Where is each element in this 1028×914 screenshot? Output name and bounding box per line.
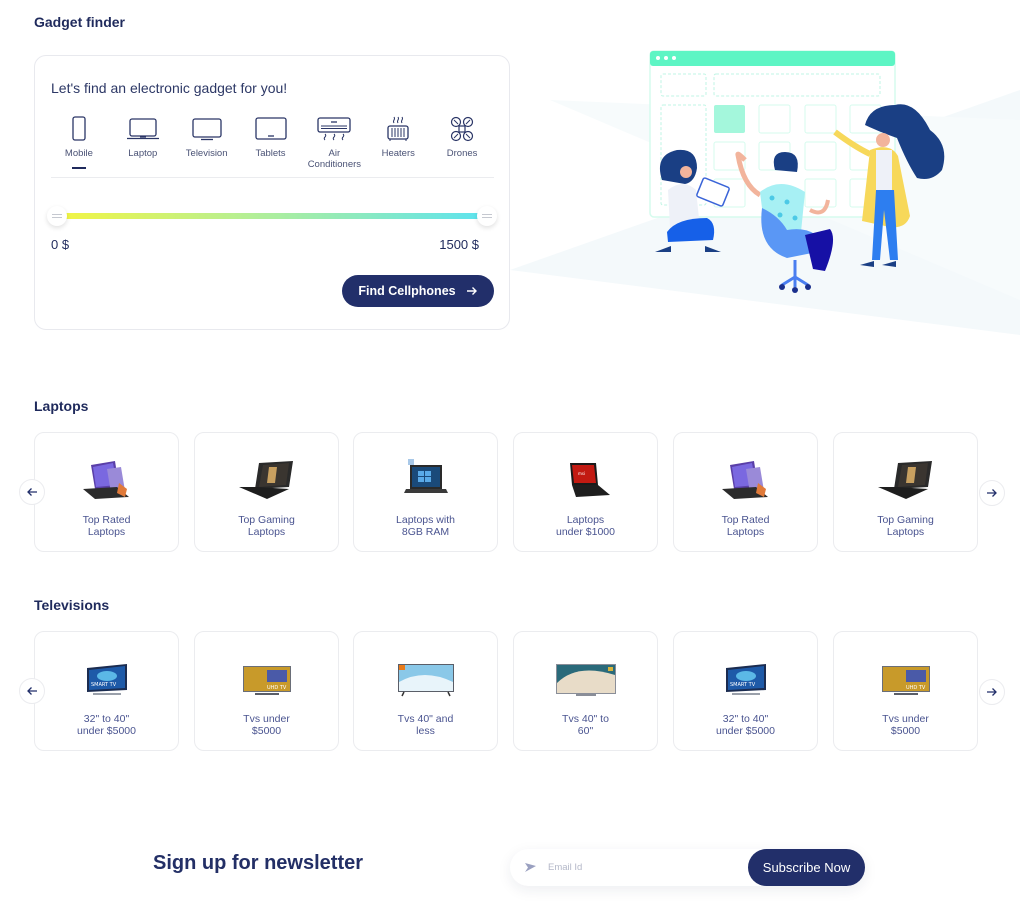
svg-text:SMART TV: SMART TV: [730, 682, 756, 688]
air-conditioner-icon: [317, 117, 352, 141]
gaming-laptop-image: [877, 461, 932, 499]
max-price-handle[interactable]: [477, 206, 497, 226]
convertible-laptop-image: [82, 461, 129, 499]
tv-card-label: Tvs under $5000: [243, 713, 290, 737]
smart-tv-image: SMART TV: [725, 664, 766, 695]
svg-text:SMART TV: SMART TV: [91, 682, 117, 688]
tv-card-label: 32" to 40" under $5000: [77, 713, 136, 737]
arrow-right-icon: [987, 688, 997, 696]
tv-card[interactable]: Tvs 40" and less: [353, 631, 498, 751]
uhd-tv-image: UHD TV: [881, 666, 930, 695]
laptops-carousel: Top Rated Laptops Top Gaming Laptops Lap…: [34, 432, 978, 552]
laptop-icon: [126, 118, 159, 140]
tv-card-label: 32" to 40" under $5000: [716, 713, 775, 737]
arrow-left-icon: [27, 687, 37, 695]
laptop-card-label: Laptops under $1000: [556, 514, 615, 538]
svg-text:UHD TV: UHD TV: [267, 685, 287, 691]
laptop-card[interactable]: Top Gaming Laptops: [833, 432, 978, 552]
uhd-tv-image: UHD TV: [242, 666, 291, 695]
max-price-label: 1500 $: [439, 237, 479, 252]
laptop-card-label: Top Gaming Laptops: [877, 514, 934, 538]
laptop-card[interactable]: Laptops with 8GB RAM: [353, 432, 498, 552]
laptop-card[interactable]: Top Rated Laptops: [673, 432, 818, 552]
svg-text:msi: msi: [578, 471, 585, 476]
laptop-card[interactable]: Top Gaming Laptops: [194, 432, 339, 552]
mobile-icon: [72, 116, 86, 141]
surf-tv-image: [397, 664, 454, 697]
laptop-card-label: Top Rated Laptops: [82, 514, 131, 538]
category-label: Air Conditioners: [307, 148, 362, 170]
heater-icon: [387, 116, 409, 141]
category-label: Heaters: [381, 148, 415, 159]
selected-indicator: [71, 167, 86, 169]
category-laptop[interactable]: Laptop: [111, 116, 175, 177]
tv-card-label: Tvs 40" and less: [397, 713, 454, 737]
laptops-section-title: Laptops: [34, 398, 89, 414]
tv-card[interactable]: SMART TV 32" to 40" under $5000: [34, 631, 179, 751]
gadget-finder-card: Let's find an electronic gadget for you!…: [34, 55, 510, 330]
smart-tv-image: SMART TV: [86, 664, 127, 695]
email-input[interactable]: [548, 858, 738, 877]
send-icon: [525, 863, 536, 872]
laptop-card[interactable]: Top Rated Laptops: [34, 432, 179, 552]
newsletter-form: Subscribe Now: [510, 849, 865, 886]
tv-card-label: Tvs 40" to 60": [562, 713, 609, 737]
category-label: Tablets: [255, 148, 286, 159]
svg-text:UHD TV: UHD TV: [906, 685, 926, 691]
newsletter-title: Sign up for newsletter: [153, 852, 364, 874]
team-illustration: [510, 50, 1020, 335]
finder-lead-text: Let's find an electronic gadget for you!: [51, 80, 288, 96]
laptop-card-label: Top Rated Laptops: [721, 514, 770, 538]
laptops-prev-button[interactable]: [19, 479, 45, 505]
tv-card-label: Tvs under $5000: [882, 713, 929, 737]
subscribe-now-button[interactable]: Subscribe Now: [748, 849, 865, 886]
televisions-carousel: SMART TV 32" to 40" under $5000 UHD TV T…: [34, 631, 978, 751]
category-television[interactable]: Television: [175, 116, 239, 177]
category-drones[interactable]: Drones: [430, 116, 494, 177]
category-mobile[interactable]: Mobile: [47, 116, 111, 177]
convertible-laptop-image: [721, 461, 768, 499]
laptop-card[interactable]: msi Laptops under $1000: [513, 432, 658, 552]
min-price-handle[interactable]: [47, 206, 67, 226]
windows-laptop-image: [403, 459, 448, 493]
category-tablets[interactable]: Tablets: [239, 116, 303, 177]
category-tabs: Mobile Laptop Television Tablets Air Con…: [51, 116, 494, 178]
gaming-laptop-image: [238, 461, 293, 499]
laptops-next-button[interactable]: [979, 480, 1005, 506]
televisions-next-button[interactable]: [979, 679, 1005, 705]
tv-card[interactable]: SMART TV 32" to 40" under $5000: [673, 631, 818, 751]
slider-track: [57, 213, 487, 219]
laptop-card-label: Laptops with 8GB RAM: [396, 514, 455, 538]
find-cellphones-button[interactable]: Find Cellphones: [342, 275, 494, 307]
televisions-section-title: Televisions: [34, 597, 110, 613]
arrow-left-icon: [27, 488, 37, 496]
televisions-prev-button[interactable]: [19, 678, 45, 704]
find-button-label: Find Cellphones: [358, 284, 456, 298]
tablet-icon: [254, 117, 287, 140]
arrow-right-icon: [466, 287, 477, 295]
category-heaters[interactable]: Heaters: [366, 116, 430, 177]
gadget-finder-title: Gadget finder: [34, 14, 126, 30]
drone-icon: [450, 116, 474, 142]
tv-card[interactable]: UHD TV Tvs under $5000: [833, 631, 978, 751]
red-laptop-image: msi: [569, 463, 610, 497]
tv-card[interactable]: Tvs 40" to 60": [513, 631, 658, 751]
arrow-right-icon: [987, 489, 997, 497]
category-label: Laptop: [128, 148, 158, 159]
television-icon: [191, 118, 222, 141]
laptop-card-label: Top Gaming Laptops: [238, 514, 295, 538]
min-price-label: 0 $: [51, 237, 70, 252]
category-label: Television: [185, 148, 228, 159]
category-label: Drones: [446, 148, 478, 159]
price-range-slider[interactable]: [47, 206, 497, 226]
category-air-conditioners[interactable]: Air Conditioners: [302, 116, 366, 177]
tv-card[interactable]: UHD TV Tvs under $5000: [194, 631, 339, 751]
wave-tv-image: [555, 664, 616, 696]
category-label: Mobile: [64, 148, 93, 159]
